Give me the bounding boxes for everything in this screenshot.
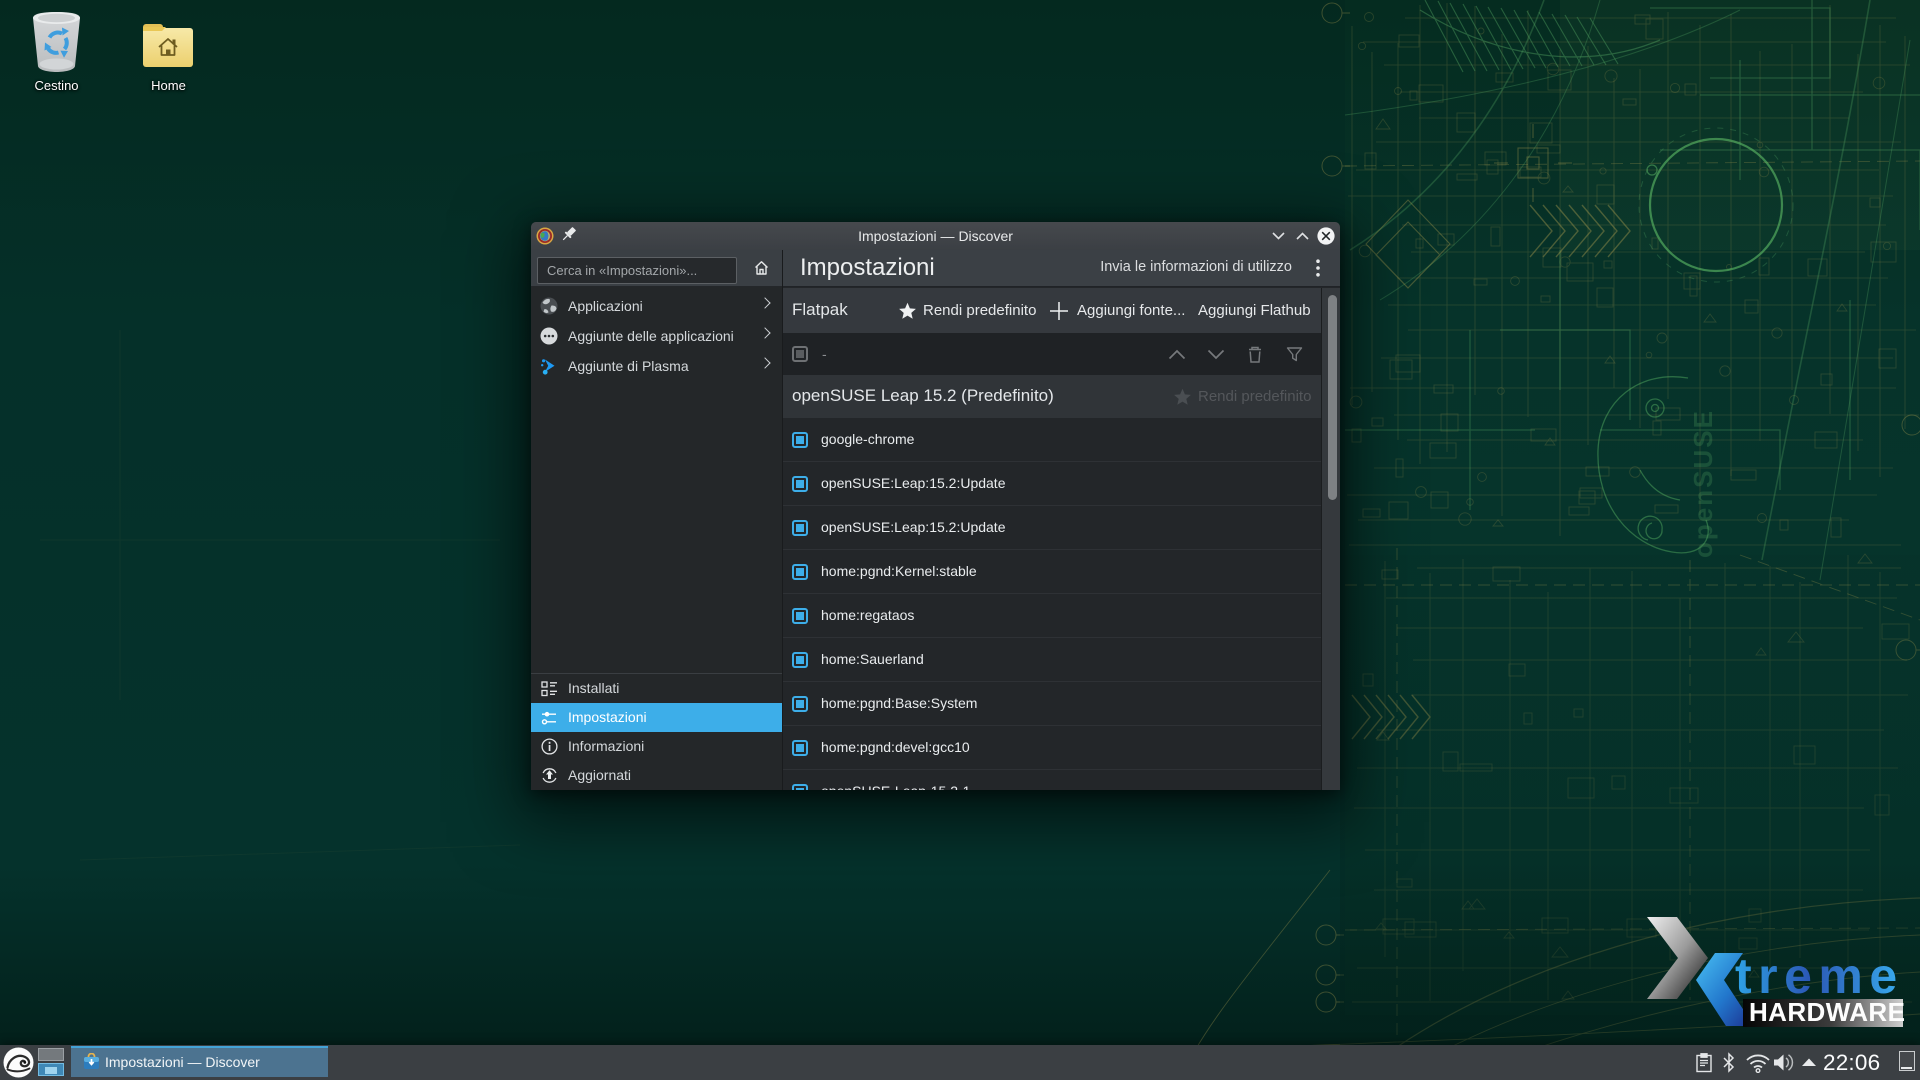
svg-text:treme: treme xyxy=(1735,948,1904,1004)
